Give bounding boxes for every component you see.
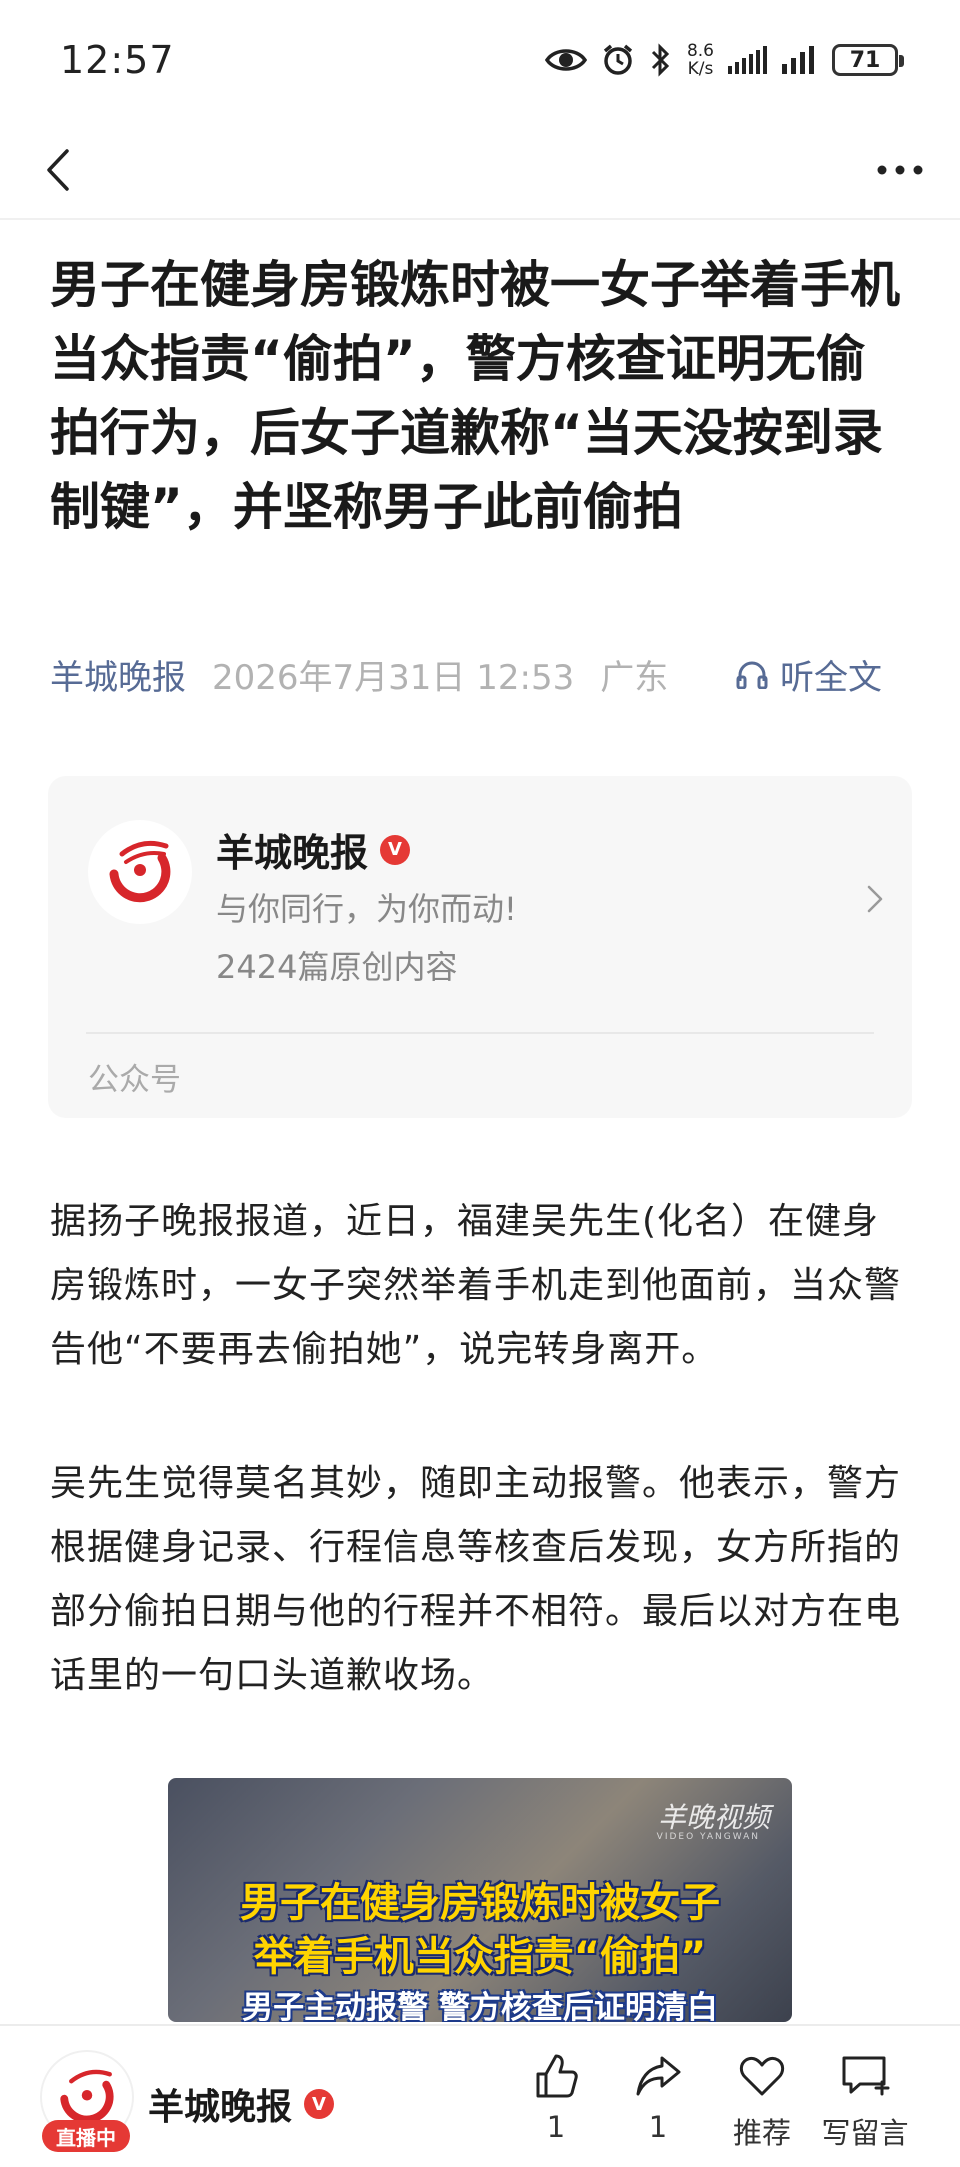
more-horizontal-icon xyxy=(877,165,923,175)
heart-icon xyxy=(739,2056,785,2096)
headphones-icon xyxy=(736,661,768,689)
video-caption-subline: 男子主动报警 警方核查后证明清白 xyxy=(242,1990,718,2022)
like-button[interactable]: 1 xyxy=(506,2052,606,2162)
share-count: 1 xyxy=(648,2110,668,2144)
battery-icon: 71 xyxy=(832,44,904,76)
net-speed: 8.6 K/s xyxy=(687,42,714,78)
recommend-button[interactable]: 推荐 xyxy=(712,2052,812,2162)
write-comment-label: 写留言 xyxy=(821,2116,909,2150)
signal-icon xyxy=(728,46,767,74)
bluetooth-icon xyxy=(651,43,670,77)
eye-icon xyxy=(544,49,587,71)
share-icon xyxy=(636,2056,681,2096)
ycwb-logo-icon xyxy=(109,840,171,903)
status-bar: 12:57 8.6 K/s 71 xyxy=(0,0,960,120)
bottom-account-name: 羊城晚报 xyxy=(148,2087,293,2128)
net-speed-unit: K/s xyxy=(687,59,714,79)
chevron-left-icon xyxy=(47,149,69,191)
video-caption-line: 举着手机当众指责“偷拍” xyxy=(253,1934,707,1980)
account-slogan: 与你同行，为你而动! xyxy=(216,890,517,928)
card-divider xyxy=(86,1032,874,1034)
article-paragraph: 吴先生觉得莫名其妙，随即主动报警。他表示，警方根据健身记录、行程信息等核查后发现… xyxy=(50,1463,902,1696)
recommend-label: 推荐 xyxy=(732,2116,791,2150)
comment-add-icon xyxy=(842,2056,890,2096)
write-comment-button[interactable]: 写留言 xyxy=(815,2052,915,2162)
back-button[interactable] xyxy=(30,142,86,198)
article-paragraph: 据扬子晚报报道，近日，福建吴先生(化名）在健身房锻炼时，一女子突然举着手机走到他… xyxy=(50,1201,902,1370)
bottom-account-row[interactable]: 羊城晚报 V xyxy=(148,2078,335,2130)
video-thumbnail[interactable]: 羊晚视频 VIDEO YANGWAN 男子在健身房锻炼时被女子 举着手机当众指责… xyxy=(168,1778,792,2022)
account-name-row: 羊城晚报 V xyxy=(216,822,411,877)
account-name: 羊城晚报 xyxy=(216,831,369,875)
account-logo xyxy=(88,820,192,924)
video-caption-line: 男子在健身房锻炼时被女子 xyxy=(240,1880,720,1926)
account-type-label: 公众号 xyxy=(88,1062,181,1098)
article-title: 男子在健身房锻炼时被一女子举着手机当众指责“偷拍”，警方核查证明无偷拍行为，后女… xyxy=(50,256,900,536)
verified-icon: V xyxy=(380,834,411,865)
article-source-link[interactable]: 羊城晚报 xyxy=(50,650,186,699)
article-date: 2026年7月31日 12:53 xyxy=(212,657,575,698)
nav-bar xyxy=(0,120,960,220)
live-badge[interactable]: 直播中 xyxy=(42,2120,130,2152)
account-card[interactable]: 羊城晚报 V 与你同行，为你而动! 2424篇原创内容 公众号 xyxy=(48,776,912,1118)
video-watermark-sub: VIDEO YANGWAN xyxy=(656,1832,760,1842)
signal-icon xyxy=(782,46,814,74)
video-watermark: 羊晚视频 xyxy=(657,1801,770,1834)
listen-button[interactable]: 听全文 xyxy=(736,650,882,698)
share-button[interactable]: 1 xyxy=(608,2052,708,2162)
article-meta: 羊城晚报 2026年7月31日 12:53 广东 听全文 xyxy=(50,650,920,698)
alarm-icon xyxy=(603,44,633,75)
chevron-right-icon xyxy=(867,885,883,913)
net-speed-value: 8.6 xyxy=(686,41,714,61)
like-count: 1 xyxy=(546,2110,566,2144)
status-time: 12:57 xyxy=(60,38,175,82)
bottom-action-bar: 直播中 羊城晚报 V 1 1 推荐 写留言 xyxy=(0,2024,960,2167)
verified-icon: V xyxy=(304,2089,335,2119)
article-region: 广东 xyxy=(600,657,669,698)
account-original-count: 2424篇原创内容 xyxy=(216,948,458,986)
listen-label: 听全文 xyxy=(780,657,882,698)
more-button[interactable] xyxy=(870,142,930,198)
thumbs-up-icon xyxy=(536,2054,578,2098)
status-icons: 8.6 K/s 71 xyxy=(544,38,904,82)
